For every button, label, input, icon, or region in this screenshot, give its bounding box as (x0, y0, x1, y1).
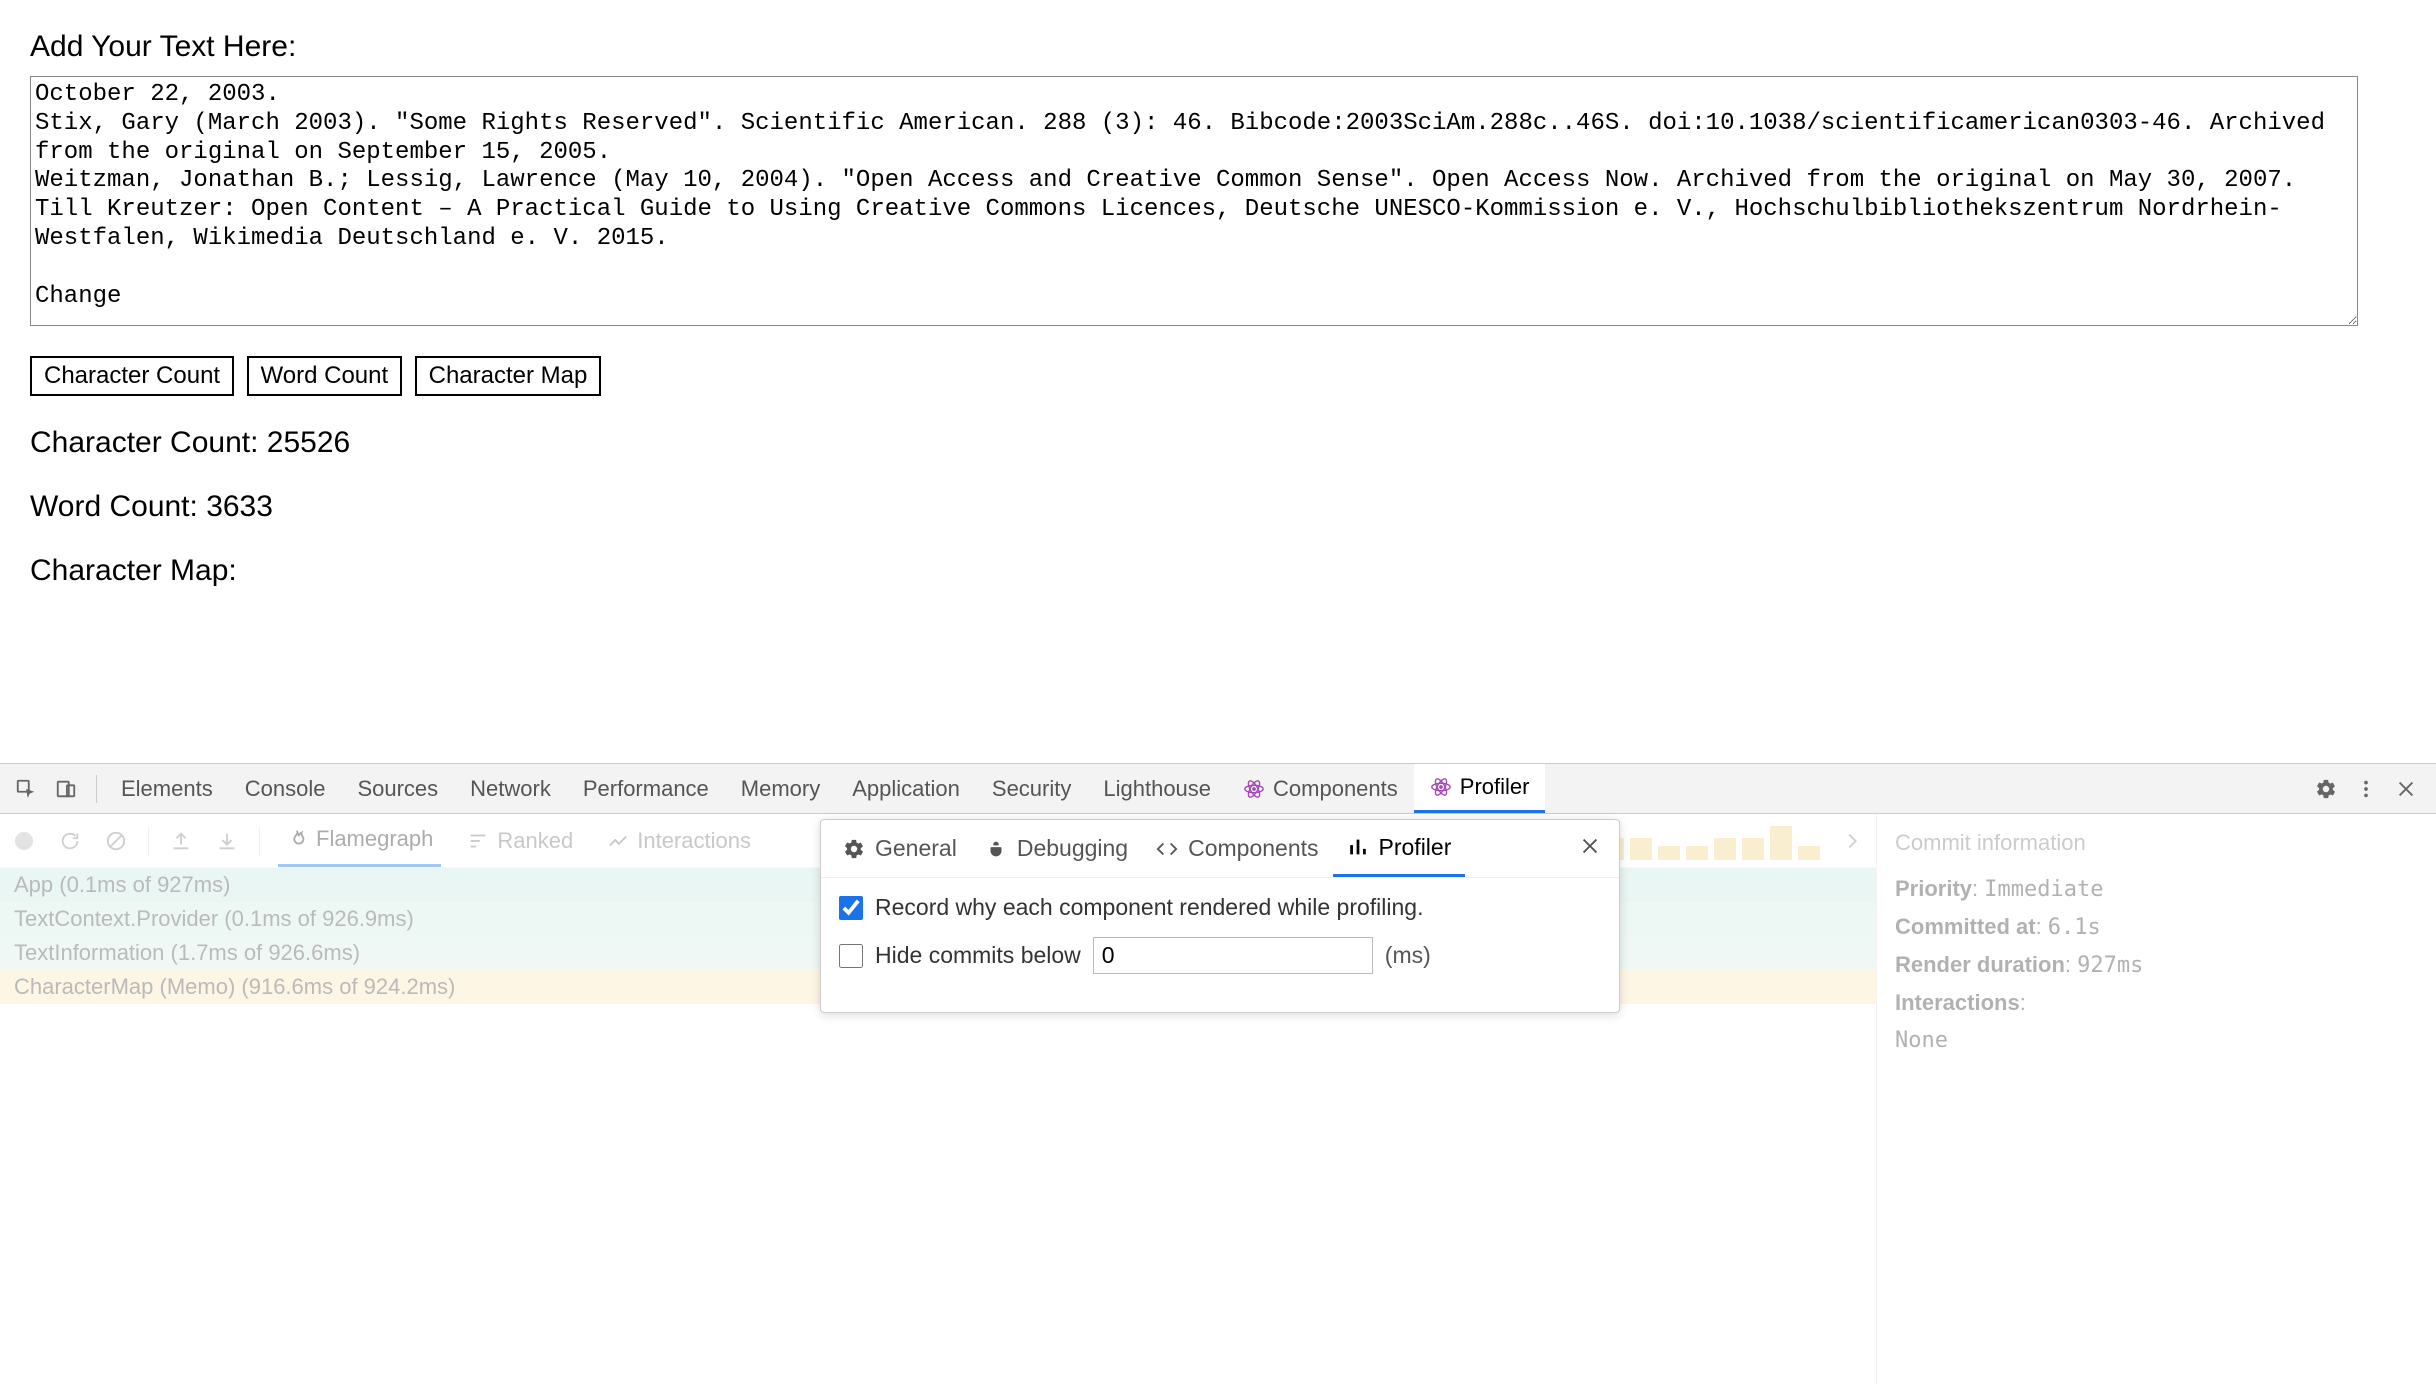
page-heading: Add Your Text Here: (30, 30, 2406, 64)
divider (148, 827, 149, 855)
hide-commits-checkbox[interactable] (839, 944, 863, 968)
divider (96, 775, 97, 803)
tab-performance[interactable]: Performance (567, 764, 725, 813)
tab-elements[interactable]: Elements (105, 764, 229, 813)
character-map-result: Character Map: (30, 554, 2406, 588)
tab-network[interactable]: Network (454, 764, 567, 813)
divider (259, 827, 260, 855)
inspect-element-icon[interactable] (8, 771, 44, 807)
render-duration-value: 927ms (2077, 953, 2143, 978)
hide-commits-input[interactable] (1093, 937, 1373, 974)
character-map-button[interactable]: Character Map (415, 356, 602, 396)
settings-tab-debugging-label: Debugging (1017, 835, 1128, 862)
settings-tab-components[interactable]: Components (1142, 820, 1332, 877)
tab-sources[interactable]: Sources (341, 764, 454, 813)
settings-tab-debugging[interactable]: Debugging (971, 820, 1142, 877)
devtools-tabbar: Elements Console Sources Network Perform… (0, 764, 2436, 814)
react-icon (1430, 776, 1452, 798)
settings-icon[interactable] (2308, 771, 2344, 807)
record-why-checkbox[interactable] (839, 896, 863, 920)
upload-icon[interactable] (167, 827, 195, 855)
character-count-result: Character Count: 25526 (30, 426, 2406, 460)
gear-icon (843, 838, 865, 860)
word-count-button[interactable]: Word Count (247, 356, 403, 396)
tab-memory[interactable]: Memory (725, 764, 836, 813)
record-icon[interactable] (10, 827, 38, 855)
character-count-button[interactable]: Character Count (30, 356, 234, 396)
tab-application[interactable]: Application (836, 764, 976, 813)
tab-console[interactable]: Console (229, 764, 342, 813)
committed-at-label: Committed at (1895, 914, 2036, 939)
device-toolbar-icon[interactable] (48, 771, 84, 807)
devtools-panel: Elements Console Sources Network Perform… (0, 763, 2436, 1384)
next-commit-icon[interactable] (1838, 827, 1866, 855)
ranked-icon (467, 830, 489, 852)
settings-tab-profiler-label: Profiler (1379, 834, 1452, 861)
record-why-label: Record why each component rendered while… (875, 894, 1423, 921)
profiler-tab-ranked[interactable]: Ranked (459, 814, 581, 867)
settings-tab-general[interactable]: General (829, 820, 971, 877)
flame-icon (286, 828, 308, 850)
react-icon (1243, 778, 1265, 800)
units-label: (ms) (1385, 942, 1431, 969)
tab-security[interactable]: Security (976, 764, 1087, 813)
flamegraph-label: Flamegraph (316, 826, 433, 852)
settings-tab-components-label: Components (1188, 835, 1318, 862)
hide-commits-label: Hide commits below (875, 942, 1081, 969)
render-duration-label: Render duration (1895, 952, 2065, 977)
profiler-tab-flamegraph[interactable]: Flamegraph (278, 814, 441, 867)
tab-components-label: Components (1273, 776, 1398, 802)
commit-info-panel: Commit information Priority: Immediate C… (1876, 814, 2436, 1384)
settings-tab-general-label: General (875, 835, 957, 862)
commit-info-title: Commit information (1895, 830, 2418, 856)
close-settings-icon[interactable] (1569, 833, 1611, 864)
tab-profiler[interactable]: Profiler (1414, 764, 1546, 813)
tab-lighthouse[interactable]: Lighthouse (1087, 764, 1227, 813)
tab-components[interactable]: Components (1227, 764, 1414, 813)
settings-tab-profiler[interactable]: Profiler (1333, 820, 1466, 877)
committed-at-value: 6.1s (2048, 915, 2101, 940)
profiler-tab-interactions[interactable]: Interactions (599, 814, 759, 867)
interactions-icon (607, 830, 629, 852)
word-count-result: Word Count: 3633 (30, 490, 2406, 524)
ranked-label: Ranked (497, 828, 573, 854)
interactions-value: None (1895, 1028, 2418, 1053)
bug-icon (985, 838, 1007, 860)
code-icon (1156, 838, 1178, 860)
interactions-label: Interactions (1895, 990, 2020, 1015)
tab-profiler-label: Profiler (1460, 774, 1530, 800)
close-devtools-icon[interactable] (2388, 771, 2424, 807)
priority-label: Priority (1895, 876, 1972, 901)
more-icon[interactable] (2348, 771, 2384, 807)
profiler-settings-popup: General Debugging Components Profiler (820, 819, 1620, 1013)
interactions-label: Interactions (637, 828, 751, 854)
bars-icon (1347, 836, 1369, 858)
text-input[interactable] (30, 76, 2358, 326)
reload-icon[interactable] (56, 827, 84, 855)
clear-icon[interactable] (102, 827, 130, 855)
priority-value: Immediate (1984, 877, 2103, 902)
download-icon[interactable] (213, 827, 241, 855)
